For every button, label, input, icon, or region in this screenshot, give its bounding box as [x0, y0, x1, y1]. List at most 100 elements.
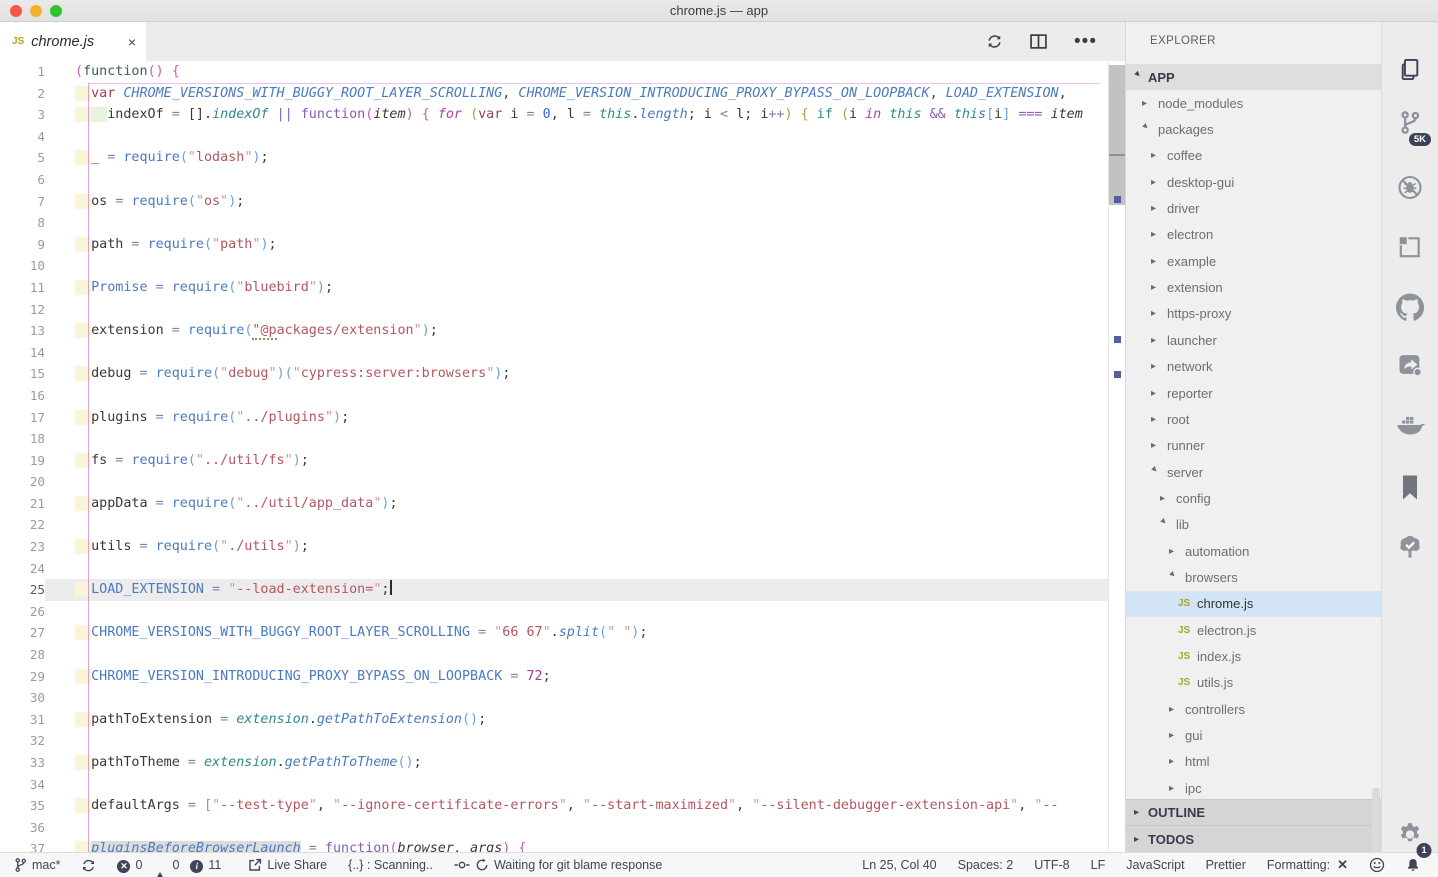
- code-line-9[interactable]: 9 path = require("path");: [0, 234, 1108, 256]
- sidebar-scrollbar[interactable]: [1372, 788, 1380, 852]
- activity-test-explorer-icon[interactable]: [1397, 534, 1424, 566]
- code-line-7[interactable]: 7 os = require("os");: [0, 191, 1108, 213]
- tree-folder-automation[interactable]: ▸automation: [1126, 538, 1381, 564]
- status-git-branch[interactable]: mac*: [14, 857, 60, 873]
- code-line-14[interactable]: 14: [0, 342, 1108, 364]
- code-line-13[interactable]: 13 extension = require("@packages/extens…: [0, 320, 1108, 342]
- code-line-20[interactable]: 20: [0, 471, 1108, 493]
- tree-folder-driver[interactable]: ▸driver: [1126, 195, 1381, 221]
- status-git-blame[interactable]: Waiting for git blame response: [454, 858, 662, 872]
- close-window-button[interactable]: [10, 5, 22, 17]
- code-line-5[interactable]: 5 _ = require("lodash");: [0, 147, 1108, 169]
- tree-folder-electron[interactable]: ▸electron: [1126, 222, 1381, 248]
- code-line-17[interactable]: 17 plugins = require("../plugins");: [0, 407, 1108, 429]
- tree-folder-html[interactable]: ▸html: [1126, 749, 1381, 775]
- code-line-30[interactable]: 30: [0, 687, 1108, 709]
- tree-folder-root[interactable]: ▸root: [1126, 406, 1381, 432]
- status-language-mode[interactable]: JavaScript: [1126, 858, 1184, 872]
- scrollbar-thumb[interactable]: [1109, 65, 1125, 205]
- code-line-28[interactable]: 28: [0, 644, 1108, 666]
- code-line-32[interactable]: 32: [0, 730, 1108, 752]
- editor-scrollbar[interactable]: [1108, 61, 1125, 852]
- code-line-1[interactable]: 1(function() {: [0, 61, 1108, 83]
- activity-explorer-icon[interactable]: [1397, 56, 1424, 88]
- code-line-3[interactable]: 3 indexOf = [].indexOf || function(item)…: [0, 104, 1108, 126]
- tree-folder-gui[interactable]: ▸gui: [1126, 722, 1381, 748]
- code-line-21[interactable]: 21 appData = require("../util/app_data")…: [0, 493, 1108, 515]
- code-line-35[interactable]: 35 defaultArgs = ["--test-type", "--igno…: [0, 795, 1108, 817]
- tree-folder-runner[interactable]: ▸runner: [1126, 433, 1381, 459]
- open-changes-button[interactable]: [986, 33, 1003, 50]
- code-line-19[interactable]: 19 fs = require("../util/fs");: [0, 450, 1108, 472]
- activity-extensions-icon[interactable]: [1397, 235, 1423, 266]
- code-line-29[interactable]: 29 CHROME_VERSION_INTRODUCING_PROXY_BYPA…: [0, 666, 1108, 688]
- tree-file-index-js[interactable]: JSindex.js: [1126, 643, 1381, 669]
- tree-folder-browsers[interactable]: ▸browsers: [1126, 564, 1381, 590]
- tree-folder-launcher[interactable]: ▸launcher: [1126, 327, 1381, 353]
- section-header-outline[interactable]: ▸ OUTLINE: [1126, 799, 1381, 825]
- tree-folder-packages[interactable]: ▸packages: [1126, 116, 1381, 142]
- code-line-27[interactable]: 27 CHROME_VERSIONS_WITH_BUGGY_ROOT_LAYER…: [0, 622, 1108, 644]
- status-formatting[interactable]: Formatting:✕: [1267, 857, 1348, 873]
- activity-docker-icon[interactable]: [1395, 414, 1425, 443]
- code-line-12[interactable]: 12: [0, 299, 1108, 321]
- code-line-16[interactable]: 16: [0, 385, 1108, 407]
- tab-chrome-js[interactable]: JS chrome.js ×: [0, 22, 146, 61]
- tree-folder-server[interactable]: ▸server: [1126, 459, 1381, 485]
- status-notifications[interactable]: [1406, 857, 1420, 873]
- tree-file-chrome-js[interactable]: JSchrome.js: [1126, 591, 1381, 617]
- status-eol[interactable]: LF: [1091, 858, 1106, 872]
- tree-folder-desktop-gui[interactable]: ▸desktop-gui: [1126, 169, 1381, 195]
- tree-folder-controllers[interactable]: ▸controllers: [1126, 696, 1381, 722]
- code-line-15[interactable]: 15 debug = require("debug")("cypress:ser…: [0, 363, 1108, 385]
- code-line-2[interactable]: 2 var CHROME_VERSIONS_WITH_BUGGY_ROOT_LA…: [0, 83, 1108, 105]
- code-line-37[interactable]: 37 pluginsBeforeBrowserLaunch = function…: [0, 838, 1108, 852]
- code-line-6[interactable]: 6: [0, 169, 1108, 191]
- activity-source-control-icon[interactable]: 5K: [1397, 109, 1423, 141]
- code-editor[interactable]: 1(function() {2 var CHROME_VERSIONS_WITH…: [0, 61, 1125, 852]
- status-sync-status[interactable]: [81, 858, 96, 873]
- tree-folder-extension[interactable]: ▸extension: [1126, 274, 1381, 300]
- section-header-todos[interactable]: ▸ TODOS: [1126, 825, 1381, 852]
- tree-folder-reporter[interactable]: ▸reporter: [1126, 380, 1381, 406]
- tree-folder-config[interactable]: ▸config: [1126, 485, 1381, 511]
- more-actions-button[interactable]: •••: [1074, 37, 1097, 47]
- code-line-36[interactable]: 36: [0, 817, 1108, 839]
- code-line-33[interactable]: 33 pathToTheme = extension.getPathToThem…: [0, 752, 1108, 774]
- code-line-11[interactable]: 11 Promise = require("bluebird");: [0, 277, 1108, 299]
- activity-settings-icon[interactable]: 1: [1397, 821, 1424, 853]
- close-tab-icon[interactable]: ×: [128, 34, 136, 50]
- code-line-8[interactable]: 8: [0, 212, 1108, 234]
- code-line-31[interactable]: 31 pathToExtension = extension.getPathTo…: [0, 709, 1108, 731]
- code-line-4[interactable]: 4: [0, 126, 1108, 148]
- tree-folder-coffee[interactable]: ▸coffee: [1126, 143, 1381, 169]
- tree-folder-lib[interactable]: ▸lib: [1126, 512, 1381, 538]
- activity-debug-disabled-icon[interactable]: [1396, 174, 1424, 207]
- tree-folder-ipc[interactable]: ▸ipc: [1126, 775, 1381, 801]
- code-line-22[interactable]: 22: [0, 514, 1108, 536]
- status-live-share[interactable]: Live Share: [248, 858, 327, 872]
- activity-bookmarks-icon[interactable]: [1400, 475, 1420, 506]
- code-line-23[interactable]: 23 utils = require("./utils");: [0, 536, 1108, 558]
- status-indentation[interactable]: Spaces: 2: [958, 858, 1014, 872]
- code-line-25[interactable]: 25 LOAD_EXTENSION = "--load-extension=";: [0, 579, 1108, 601]
- status-cursor-position[interactable]: Ln 25, Col 40: [862, 858, 936, 872]
- status-feedback[interactable]: [1369, 857, 1385, 873]
- tree-folder-network[interactable]: ▸network: [1126, 354, 1381, 380]
- section-header-app[interactable]: ▸ APP: [1126, 64, 1381, 90]
- status-encoding[interactable]: UTF-8: [1034, 858, 1069, 872]
- code-line-34[interactable]: 34: [0, 774, 1108, 796]
- tree-folder-node-modules[interactable]: ▸node_modules: [1126, 90, 1381, 116]
- tree-file-utils-js[interactable]: JSutils.js: [1126, 670, 1381, 696]
- tree-folder-https-proxy[interactable]: ▸https-proxy: [1126, 301, 1381, 327]
- split-editor-button[interactable]: [1030, 34, 1047, 49]
- status-problems[interactable]: ✕0!0i11: [117, 858, 227, 873]
- zoom-window-button[interactable]: [50, 5, 62, 17]
- minimize-window-button[interactable]: [30, 5, 42, 17]
- code-line-10[interactable]: 10: [0, 255, 1108, 277]
- code-line-26[interactable]: 26: [0, 601, 1108, 623]
- code-line-24[interactable]: 24: [0, 558, 1108, 580]
- activity-live-share-icon[interactable]: [1396, 351, 1424, 384]
- tree-file-electron-js[interactable]: JSelectron.js: [1126, 617, 1381, 643]
- code-line-18[interactable]: 18: [0, 428, 1108, 450]
